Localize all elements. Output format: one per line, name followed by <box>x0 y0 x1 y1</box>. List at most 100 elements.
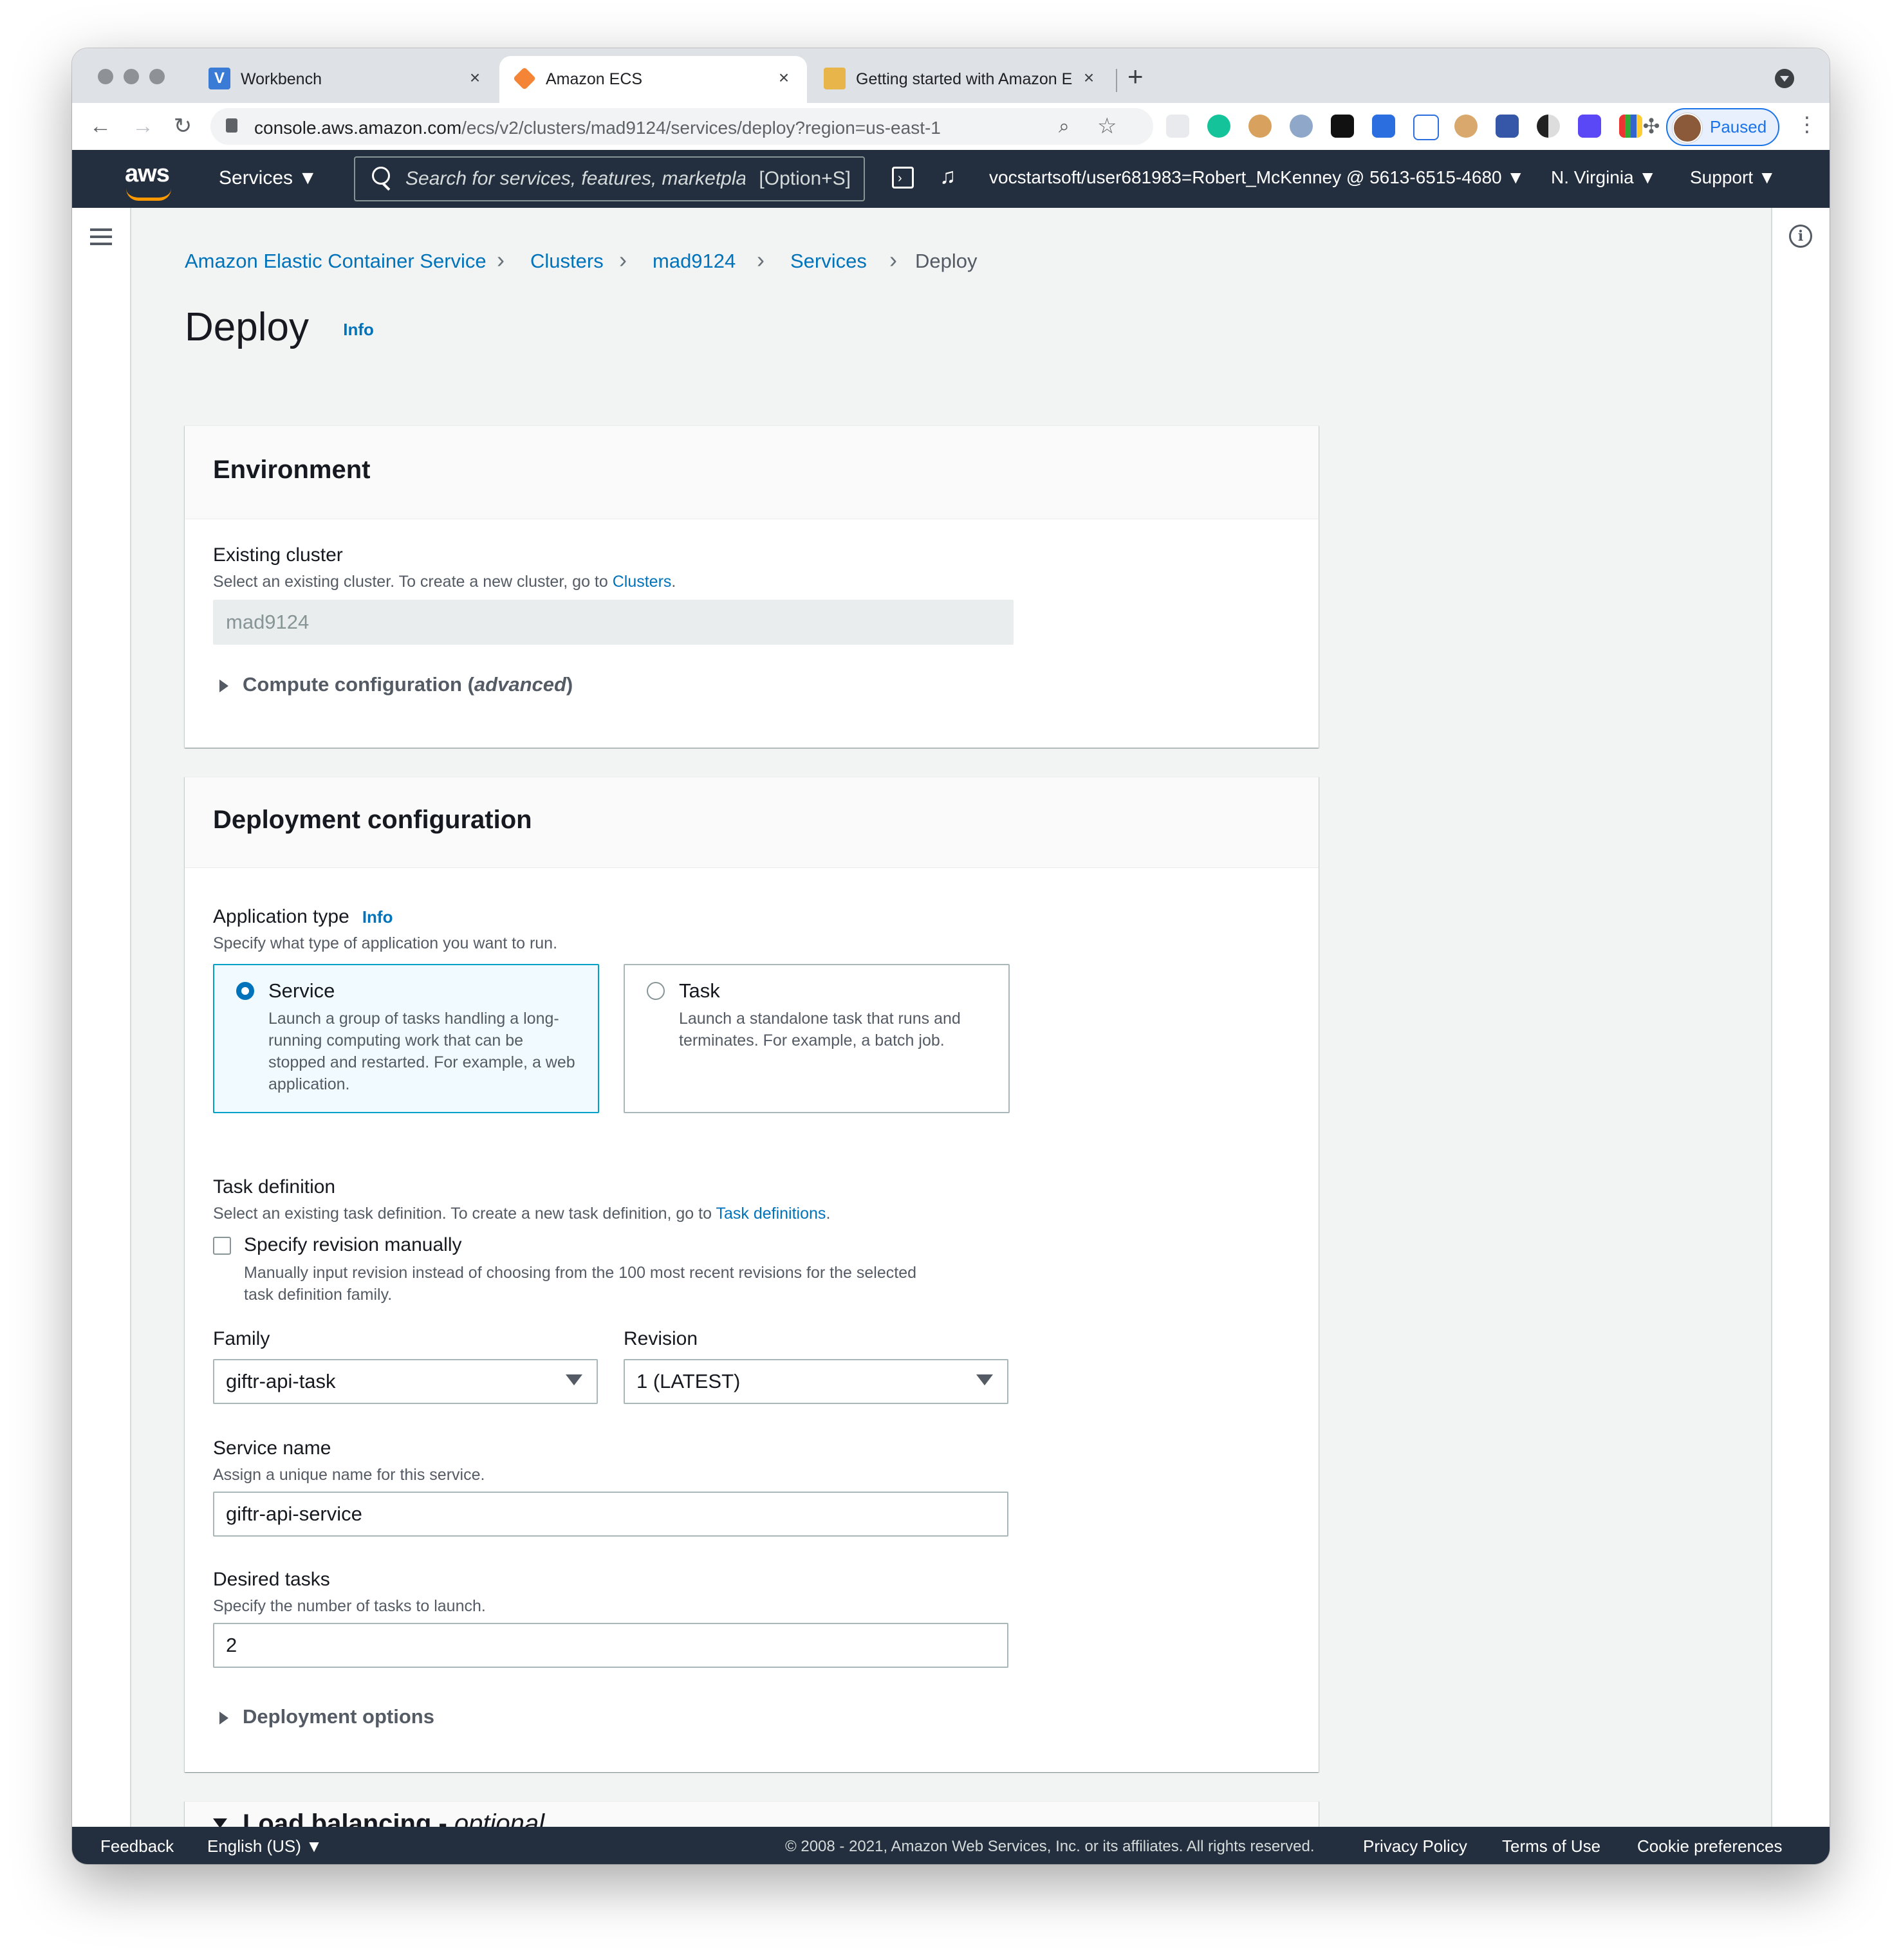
cloudshell-icon[interactable]: › <box>892 167 914 189</box>
panel-header: Deployment configuration <box>185 777 1319 868</box>
address-bar[interactable]: console.aws.amazon.com/ecs/v2/clusters/m… <box>210 108 1153 145</box>
tab-title: Workbench <box>241 70 322 88</box>
field-description: Specify the number of tasks to launch. <box>213 1597 486 1615</box>
extension-icon[interactable] <box>1578 115 1601 138</box>
field-label: Revision <box>624 1328 698 1349</box>
page-title-text: Deploy <box>185 305 309 349</box>
zoom-window-button[interactable] <box>149 69 165 84</box>
revision-select[interactable]: 1 (LATEST) <box>624 1359 1008 1404</box>
compute-configuration-expander[interactable]: Compute configuration (advanced) <box>219 673 573 696</box>
forward-icon[interactable]: → <box>129 112 157 140</box>
more-menu-icon[interactable]: ⋮ <box>1797 112 1817 136</box>
breadcrumb-clusters[interactable]: Clusters <box>530 250 604 273</box>
avatar <box>1673 113 1702 143</box>
zoom-icon[interactable]: ⌕ <box>1059 116 1070 138</box>
input-value: 2 <box>226 1634 237 1656</box>
ecs-favicon-icon <box>512 66 537 91</box>
radio-button-selected[interactable] <box>236 982 254 1000</box>
grammarly-icon[interactable] <box>1207 115 1230 138</box>
left-rail <box>72 208 131 1827</box>
info-panel-icon[interactable]: i <box>1789 225 1812 248</box>
new-tab-icon[interactable]: + <box>1127 61 1144 92</box>
tab-workbench[interactable]: V Workbench × <box>194 56 497 103</box>
privacy-policy-link[interactable]: Privacy Policy <box>1363 1836 1467 1856</box>
breadcrumb-cluster[interactable]: mad9124 <box>653 250 736 273</box>
services-menu[interactable]: Services ▼ <box>219 167 317 189</box>
cookie-preferences-link[interactable]: Cookie preferences <box>1637 1836 1782 1856</box>
close-tab-icon[interactable]: × <box>1077 66 1100 89</box>
notifications-bell-icon[interactable]: ♫ <box>940 164 956 189</box>
extension-icon[interactable] <box>1166 115 1189 138</box>
family-select[interactable]: giftr-api-task <box>213 1359 598 1404</box>
breadcrumb-services[interactable]: Services <box>790 250 867 273</box>
service-name-input[interactable]: giftr-api-service <box>213 1492 1008 1537</box>
chevron-right-icon: › <box>889 246 897 273</box>
caret-right-icon <box>219 679 228 692</box>
expander-label-end: ) <box>566 673 573 696</box>
extension-icon[interactable] <box>1413 115 1439 140</box>
tab-amazon-ecs[interactable]: Amazon ECS × <box>499 56 807 103</box>
account-menu[interactable]: vocstartsoft/user681983=Robert_McKenney … <box>989 167 1525 188</box>
bookmark-star-icon[interactable]: ☆ <box>1097 113 1117 139</box>
hamburger-menu-icon[interactable] <box>90 228 112 231</box>
expander-label: Compute configuration ( <box>243 673 474 696</box>
field-label: Service name <box>213 1438 331 1459</box>
specify-revision-checkbox[interactable] <box>213 1237 231 1255</box>
desired-tasks-input[interactable]: 2 <box>213 1623 1008 1668</box>
aws-logo[interactable]: aws <box>125 160 170 188</box>
extension-icon[interactable] <box>1290 115 1313 138</box>
close-tab-icon[interactable]: × <box>772 66 795 89</box>
extension-icon[interactable] <box>1331 115 1354 138</box>
deployment-configuration-panel: Deployment configuration Application typ… <box>185 777 1319 1772</box>
breadcrumb-ecs[interactable]: Amazon Elastic Container Service <box>185 250 487 273</box>
region-menu[interactable]: N. Virginia ▼ <box>1551 167 1656 188</box>
extension-icon[interactable] <box>1372 115 1395 138</box>
checkbox-label[interactable]: Specify revision manually <box>244 1234 461 1256</box>
tab-strip: V Workbench × Amazon ECS × Getting start… <box>72 48 1830 103</box>
environment-panel: Environment Existing cluster Select an e… <box>185 425 1319 748</box>
cookie-icon[interactable] <box>1248 115 1272 138</box>
extension-icon[interactable] <box>1454 115 1478 138</box>
existing-cluster-field: mad9124 <box>213 600 1014 645</box>
expander-label-italic: advanced <box>474 673 566 696</box>
close-window-button[interactable] <box>98 69 113 84</box>
aws-logo-smile <box>126 189 171 201</box>
clusters-link[interactable]: Clusters <box>613 573 672 591</box>
chevron-right-icon: › <box>619 246 627 273</box>
tab-getting-started[interactable]: Getting started with Amazon E × <box>810 56 1106 103</box>
radio-button[interactable] <box>647 982 665 1000</box>
cluster-desc-end: . <box>671 573 676 591</box>
tab-title: Amazon ECS <box>546 70 643 88</box>
aws-search-input[interactable]: Search for services, features, marketpla… <box>354 156 865 201</box>
minimize-window-button[interactable] <box>124 69 139 84</box>
application-type-task-tile[interactable]: Task Launch a standalone task that runs … <box>624 964 1010 1113</box>
url-host: console.aws.amazon.com <box>254 118 462 138</box>
select-value: giftr-api-task <box>226 1370 336 1392</box>
panel-header: Environment <box>185 426 1319 519</box>
back-icon[interactable]: ← <box>86 112 115 140</box>
task-definitions-link[interactable]: Task definitions <box>716 1205 826 1223</box>
tab-search-icon[interactable] <box>1775 69 1794 88</box>
url-path: /ecs/v2/clusters/mad9124/services/deploy… <box>461 118 941 138</box>
field-description: Assign a unique name for this service. <box>213 1466 485 1484</box>
feedback-link[interactable]: Feedback <box>100 1836 174 1856</box>
puzzle-icon[interactable]: ✣ <box>1640 115 1663 138</box>
dark-mode-icon[interactable] <box>1537 115 1560 138</box>
info-link[interactable]: Info <box>343 320 374 339</box>
language-label: English (US) <box>207 1836 301 1856</box>
field-description: Select an existing task definition. To c… <box>213 1205 830 1223</box>
aws-top-nav: aws Services ▼ Search for services, feat… <box>72 150 1830 208</box>
reload-icon[interactable]: ↻ <box>169 112 197 140</box>
terms-of-use-link[interactable]: Terms of Use <box>1502 1836 1600 1856</box>
profile-button[interactable]: Paused <box>1666 108 1779 146</box>
extension-icon[interactable] <box>1619 115 1642 138</box>
language-menu[interactable]: English (US) ▼ <box>207 1836 322 1856</box>
eyedropper-icon[interactable] <box>1496 115 1519 138</box>
deployment-options-expander[interactable]: Deployment options <box>219 1705 434 1728</box>
close-tab-icon[interactable]: × <box>463 66 487 89</box>
support-menu[interactable]: Support ▼ <box>1690 167 1776 188</box>
application-type-service-tile[interactable]: Service Launch a group of tasks handling… <box>213 964 599 1113</box>
input-value: giftr-api-service <box>226 1502 362 1525</box>
checkbox-description: Manually input revision instead of choos… <box>244 1264 916 1282</box>
info-link[interactable]: Info <box>362 907 393 927</box>
